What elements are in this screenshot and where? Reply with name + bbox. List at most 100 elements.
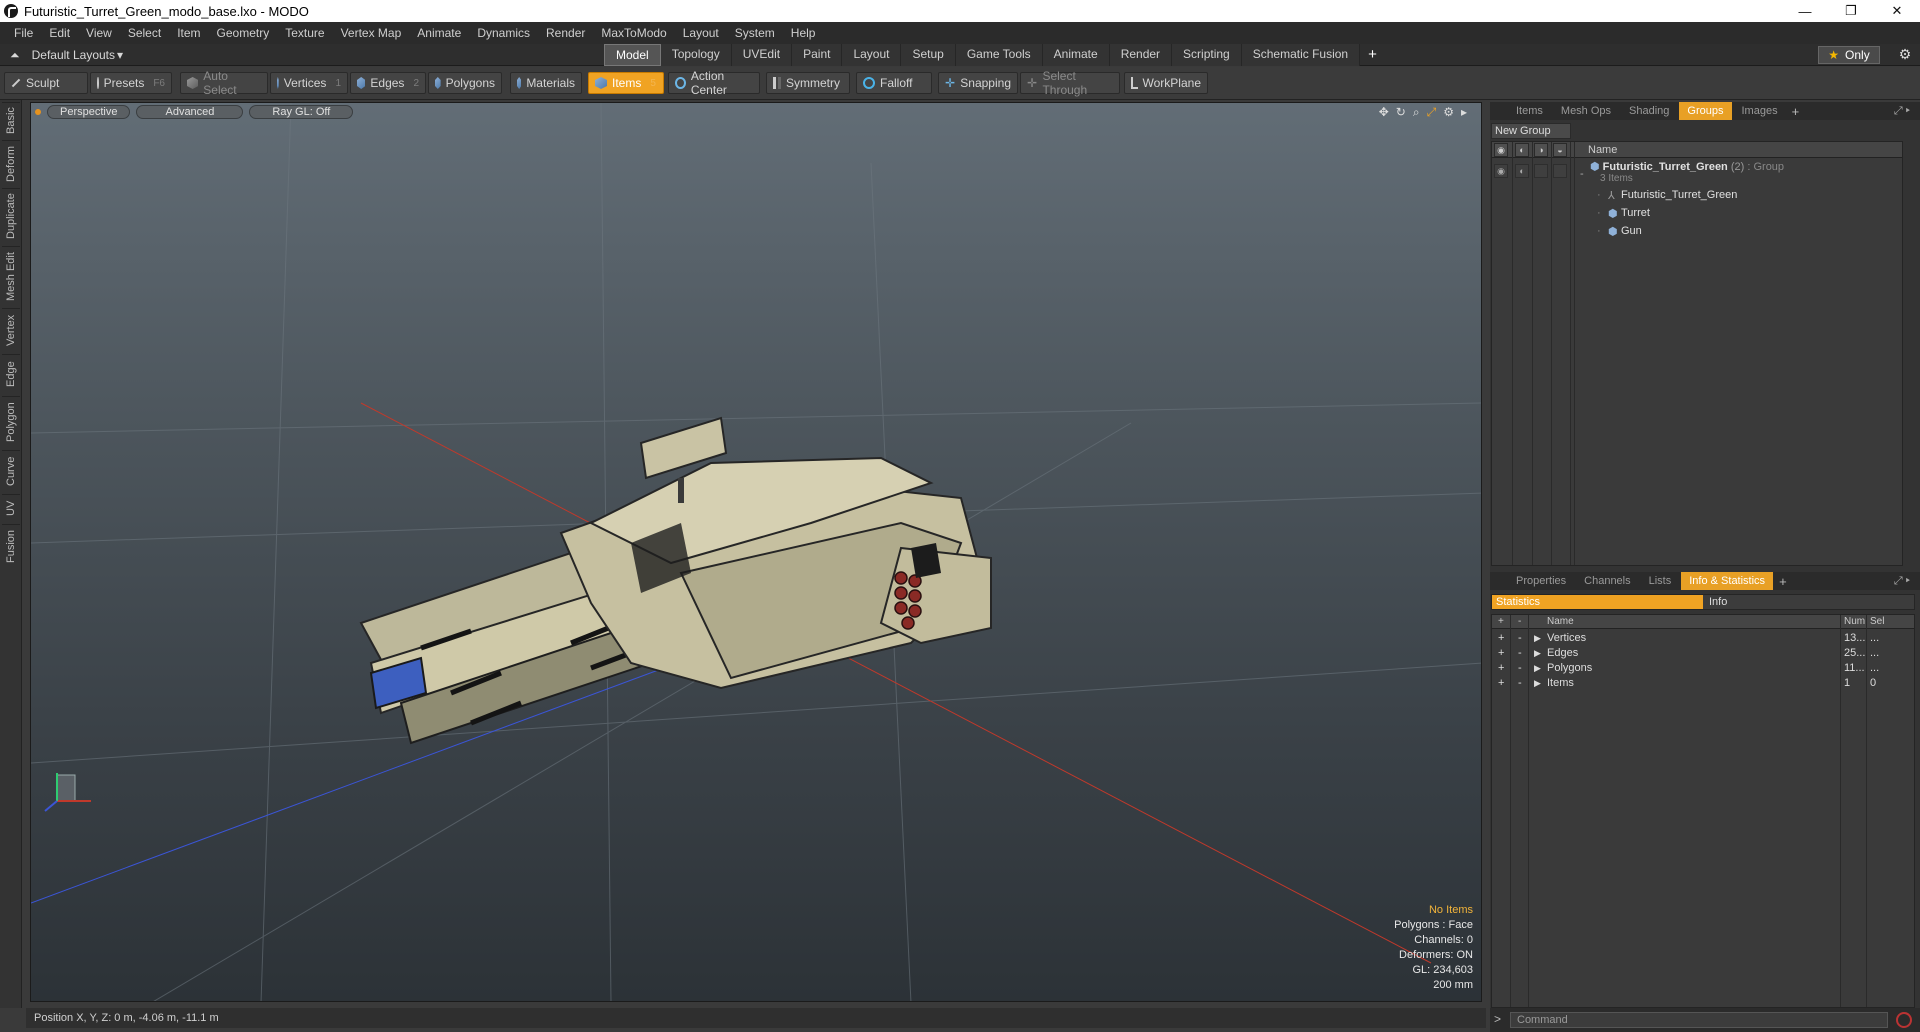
stats-row-vertices[interactable]: + - ▶ Vertices 13... ...	[1492, 631, 1914, 646]
menu-maxtomodo[interactable]: MaxToModo	[593, 22, 674, 44]
menu-vertex-map[interactable]: Vertex Map	[333, 22, 410, 44]
add-icon[interactable]: +	[1498, 631, 1504, 645]
stats-row-items[interactable]: + - ▶ Items 1 0	[1492, 676, 1914, 691]
add-panel-tab-button[interactable]: +	[1775, 574, 1791, 589]
add-panel-tab-button[interactable]: +	[1788, 104, 1804, 119]
collapse-all-icon[interactable]: -	[1518, 615, 1521, 629]
shading-mode-button[interactable]: Advanced	[136, 105, 244, 119]
tab-duplicate[interactable]: Duplicate	[2, 188, 20, 244]
info-subtab[interactable]: Info	[1705, 595, 1914, 609]
fit-view-icon[interactable]: ⤢	[1427, 105, 1437, 120]
tree-item-gun[interactable]: · ⬢ Gun	[1492, 224, 1902, 240]
raygl-button[interactable]: Ray GL: Off	[249, 105, 354, 119]
tab-groups[interactable]: Groups	[1679, 102, 1732, 120]
render-column-icon[interactable]: ◐	[1515, 143, 1529, 157]
add-tab-button[interactable]: +	[1360, 44, 1385, 66]
menu-render[interactable]: Render	[538, 22, 593, 44]
tab-render[interactable]: Render	[1109, 44, 1173, 66]
collapse-icon[interactable]: -	[1580, 168, 1584, 180]
add-icon[interactable]: +	[1498, 676, 1504, 690]
menu-help[interactable]: Help	[783, 22, 824, 44]
menu-animate[interactable]: Animate	[409, 22, 469, 44]
menu-geometry[interactable]: Geometry	[209, 22, 278, 44]
tab-mesh-edit[interactable]: Mesh Edit	[2, 246, 20, 306]
tab-mesh-ops[interactable]: Mesh Ops	[1553, 102, 1619, 120]
tab-vertex[interactable]: Vertex	[2, 308, 20, 352]
record-macro-icon[interactable]	[1896, 1012, 1912, 1028]
only-toggle-button[interactable]: ★ Only	[1818, 46, 1880, 64]
materials-button[interactable]: Materials	[510, 72, 582, 94]
polygons-button[interactable]: Polygons	[428, 72, 502, 94]
symmetry-button[interactable]: Symmetry	[766, 72, 850, 94]
expand-arrow-icon[interactable]: ▶	[1534, 676, 1541, 690]
tab-info-statistics[interactable]: Info & Statistics	[1681, 572, 1774, 590]
tree-item-locator[interactable]: · ⅄ Futuristic_Turret_Green	[1492, 188, 1902, 204]
view-mode-button[interactable]: Perspective	[47, 105, 131, 119]
edges-button[interactable]: Edges 2	[350, 72, 426, 94]
default-layouts-dropdown[interactable]: ⏶ Default Layouts ▾	[10, 47, 123, 63]
gear-icon[interactable]: ⚙	[1896, 46, 1914, 64]
menu-layout[interactable]: Layout	[675, 22, 727, 44]
menu-file[interactable]: File	[6, 22, 41, 44]
tab-paint[interactable]: Paint	[792, 44, 843, 66]
tab-shading[interactable]: Shading	[1621, 102, 1677, 120]
tab-schematic-fusion[interactable]: Schematic Fusion	[1241, 44, 1361, 66]
move-view-icon[interactable]: ✥	[1379, 105, 1389, 120]
tab-lists[interactable]: Lists	[1641, 572, 1680, 590]
tab-scripting[interactable]: Scripting	[1172, 44, 1242, 66]
expand-arrow-icon[interactable]: ▶	[1534, 631, 1541, 645]
workplane-button[interactable]: WorkPlane	[1124, 72, 1208, 94]
remove-icon[interactable]: -	[1518, 676, 1522, 690]
select-column-icon[interactable]: ◒	[1553, 143, 1567, 157]
tab-images[interactable]: Images	[1734, 102, 1786, 120]
add-icon[interactable]: +	[1498, 661, 1504, 675]
tab-properties[interactable]: Properties	[1508, 572, 1574, 590]
select-toggle[interactable]	[1553, 164, 1567, 178]
tab-items[interactable]: Items	[1508, 102, 1551, 120]
viewport-settings-icon[interactable]: ⚙	[1443, 105, 1454, 120]
action-center-button[interactable]: Action Center	[668, 69, 760, 97]
tab-model[interactable]: Model	[604, 44, 661, 66]
tab-edge[interactable]: Edge	[2, 354, 20, 394]
items-button[interactable]: Items 5	[588, 72, 664, 94]
tab-curve[interactable]: Curve	[2, 450, 20, 492]
tab-uv[interactable]: UV	[2, 494, 20, 522]
render-toggle-icon[interactable]: ◐	[1515, 164, 1529, 178]
stats-row-polygons[interactable]: + - ▶ Polygons 11... ...	[1492, 661, 1914, 676]
statistics-subtab[interactable]: Statistics	[1492, 595, 1703, 609]
menu-view[interactable]: View	[78, 22, 120, 44]
tab-deform[interactable]: Deform	[2, 140, 20, 186]
3d-viewport[interactable]: Perspective Advanced Ray GL: Off ✥ ↻ ⌕ ⤢…	[30, 102, 1482, 1002]
vertices-button[interactable]: Vertices 1	[270, 72, 348, 94]
tab-game-tools[interactable]: Game Tools	[955, 44, 1043, 66]
remove-icon[interactable]: -	[1518, 661, 1522, 675]
lock-column-icon[interactable]: ◑	[1534, 143, 1548, 157]
expand-arrow-icon[interactable]: ▶	[1534, 646, 1541, 660]
presets-button[interactable]: Presets F6	[90, 72, 172, 94]
visibility-eye-icon[interactable]: ◉	[1494, 164, 1508, 178]
falloff-button[interactable]: Falloff	[856, 72, 932, 94]
auto-select-button[interactable]: Auto Select	[180, 69, 268, 97]
zoom-view-icon[interactable]: ⌕	[1413, 105, 1420, 120]
remove-icon[interactable]: -	[1518, 631, 1522, 645]
group-row[interactable]: ◉ ◐ - ⬢ Futuristic_Turret_Green (2) : Gr…	[1492, 160, 1902, 186]
maximize-button[interactable]: ❐	[1828, 0, 1874, 22]
tab-basic[interactable]: Basic	[2, 102, 20, 138]
menu-select[interactable]: Select	[120, 22, 169, 44]
expand-arrow-icon[interactable]: ▶	[1534, 661, 1541, 675]
menu-texture[interactable]: Texture	[277, 22, 332, 44]
tab-setup[interactable]: Setup	[901, 44, 956, 66]
select-through-button[interactable]: ✛ Select Through	[1020, 69, 1120, 97]
tab-uvedit[interactable]: UVEdit	[731, 44, 793, 66]
sculpt-button[interactable]: Sculpt	[4, 72, 88, 94]
tree-item-turret[interactable]: · ⬢ Turret	[1492, 206, 1902, 222]
minimize-button[interactable]: —	[1782, 0, 1828, 22]
tab-polygon[interactable]: Polygon	[2, 396, 20, 448]
visibility-column-icon[interactable]: ◉	[1494, 143, 1508, 157]
stats-row-edges[interactable]: + - ▶ Edges 25... ...	[1492, 646, 1914, 661]
expand-panel-icon[interactable]: ⤢ ▸	[1894, 572, 1910, 590]
tab-animate[interactable]: Animate	[1042, 44, 1110, 66]
remove-icon[interactable]: -	[1518, 646, 1522, 660]
snapping-button[interactable]: ✛ Snapping	[938, 72, 1018, 94]
menu-item[interactable]: Item	[169, 22, 208, 44]
